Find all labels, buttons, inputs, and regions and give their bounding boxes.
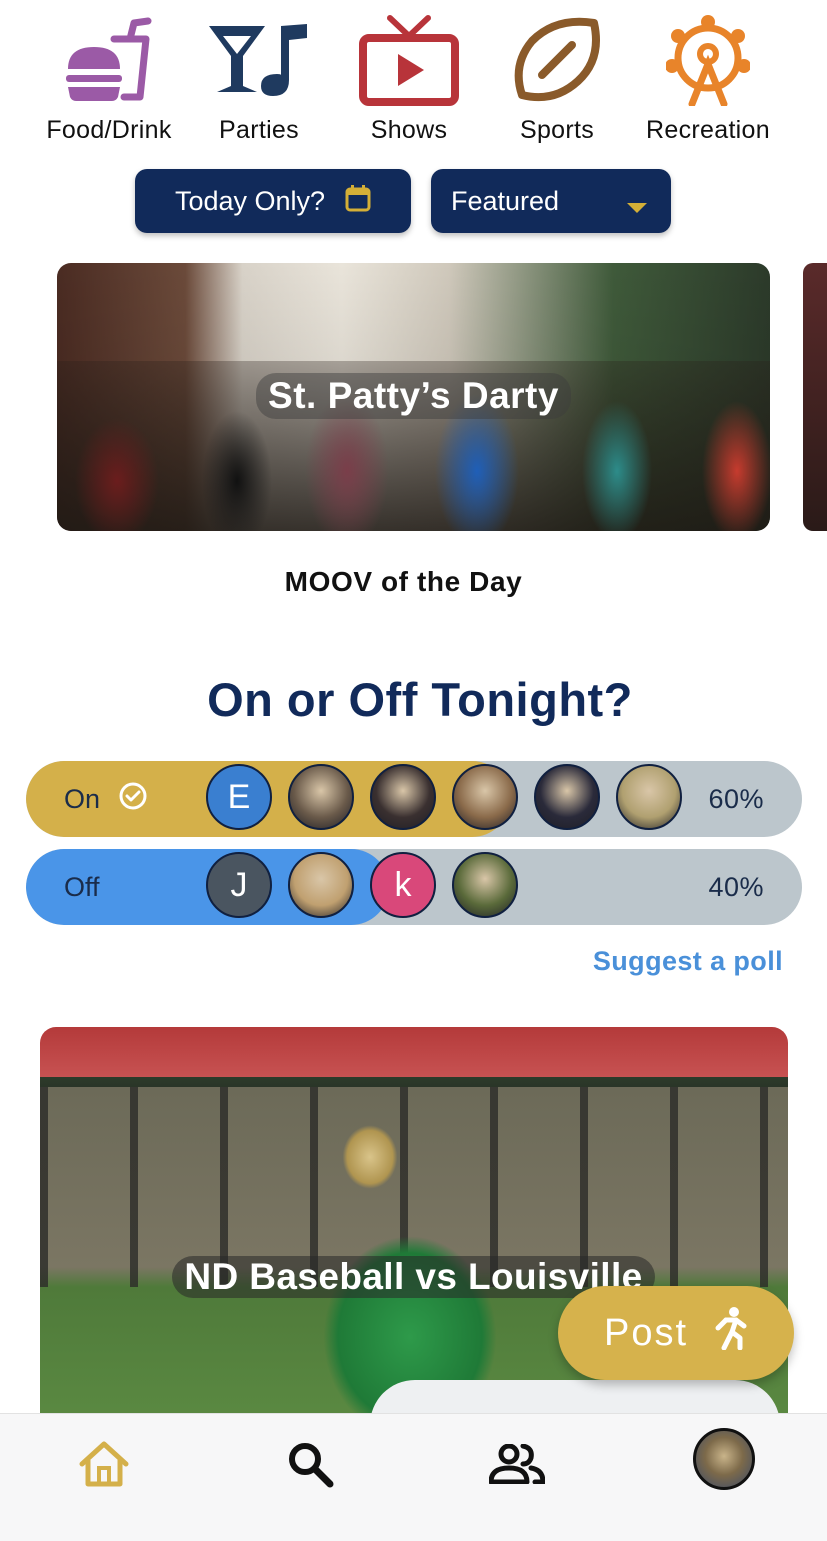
voter-avatar[interactable]	[288, 764, 354, 830]
poll-option-off[interactable]: Off Jk 40%	[26, 849, 802, 925]
today-only-button[interactable]: Today Only?	[135, 169, 411, 233]
poll-option-label-wrap: On	[64, 761, 148, 837]
voter-avatar[interactable]	[370, 764, 436, 830]
category-partial[interactable]: V	[745, 10, 827, 145]
poll-option-on[interactable]: On E 60%	[26, 761, 802, 837]
featured-event-title: St. Patty’s Darty	[256, 373, 571, 419]
laptop-icon	[745, 10, 827, 110]
category-label: Food/Drink	[46, 116, 172, 144]
check-circle-icon	[118, 781, 148, 818]
burger-drink-icon	[34, 10, 184, 110]
category-label: Parties	[219, 116, 299, 144]
category-label: Sports	[519, 116, 595, 144]
post-label: Post	[603, 1311, 689, 1354]
category-label: Shows	[370, 116, 448, 144]
category-food-drink[interactable]: Food/Drink	[34, 10, 184, 145]
profile-avatar[interactable]	[693, 1428, 755, 1490]
cocktail-music-icon	[184, 10, 334, 110]
poll-percent: 60%	[708, 783, 764, 814]
tv-play-icon	[334, 10, 484, 110]
home-icon[interactable]	[74, 1434, 134, 1494]
bottom-nav	[0, 1413, 827, 1541]
voter-avatar[interactable]	[616, 764, 682, 830]
calendar-icon	[345, 184, 371, 219]
voter-avatar[interactable]	[534, 764, 600, 830]
search-icon[interactable]	[280, 1434, 340, 1494]
category-sports[interactable]: Sports	[482, 10, 632, 145]
category-label: V	[815, 116, 827, 145]
post-button[interactable]: Post	[558, 1286, 794, 1380]
next-event-card-peek[interactable]	[803, 263, 827, 531]
voter-avatar[interactable]: J	[206, 852, 272, 918]
category-bar: Food/Drink Parties Shows Sports Recreati…	[0, 0, 827, 160]
featured-event-title-wrap: St. Patty’s Darty	[57, 373, 770, 419]
chevron-down-icon	[627, 203, 647, 213]
voter-avatar[interactable]	[452, 764, 518, 830]
poll-question: On or Off Tonight?	[207, 673, 633, 726]
category-shows[interactable]: Shows	[334, 10, 484, 145]
poll-percent: 40%	[708, 871, 764, 902]
sort-value: Featured	[451, 185, 560, 216]
today-only-label: Today Only?	[174, 185, 326, 216]
poll-option-label: Off	[64, 871, 100, 902]
sort-dropdown[interactable]: Featured	[431, 169, 671, 233]
featured-event-card[interactable]: St. Patty’s Darty	[57, 263, 770, 531]
moov-caption-text: MOOV of the Day	[284, 566, 523, 597]
voter-avatar[interactable]: E	[206, 764, 272, 830]
people-icon[interactable]	[487, 1434, 547, 1494]
suggest-poll-link[interactable]: Suggest a poll	[593, 946, 783, 977]
voter-avatar[interactable]	[288, 852, 354, 918]
football-icon	[482, 10, 632, 110]
voter-avatar[interactable]	[452, 852, 518, 918]
moov-of-day-caption: MOOV of the Day	[0, 566, 827, 598]
poll-option-label-wrap: Off	[64, 849, 100, 925]
poll-option-label: On	[64, 783, 101, 814]
running-person-icon	[712, 1306, 748, 1360]
category-parties[interactable]: Parties	[184, 10, 334, 145]
voter-avatar[interactable]: k	[370, 852, 436, 918]
